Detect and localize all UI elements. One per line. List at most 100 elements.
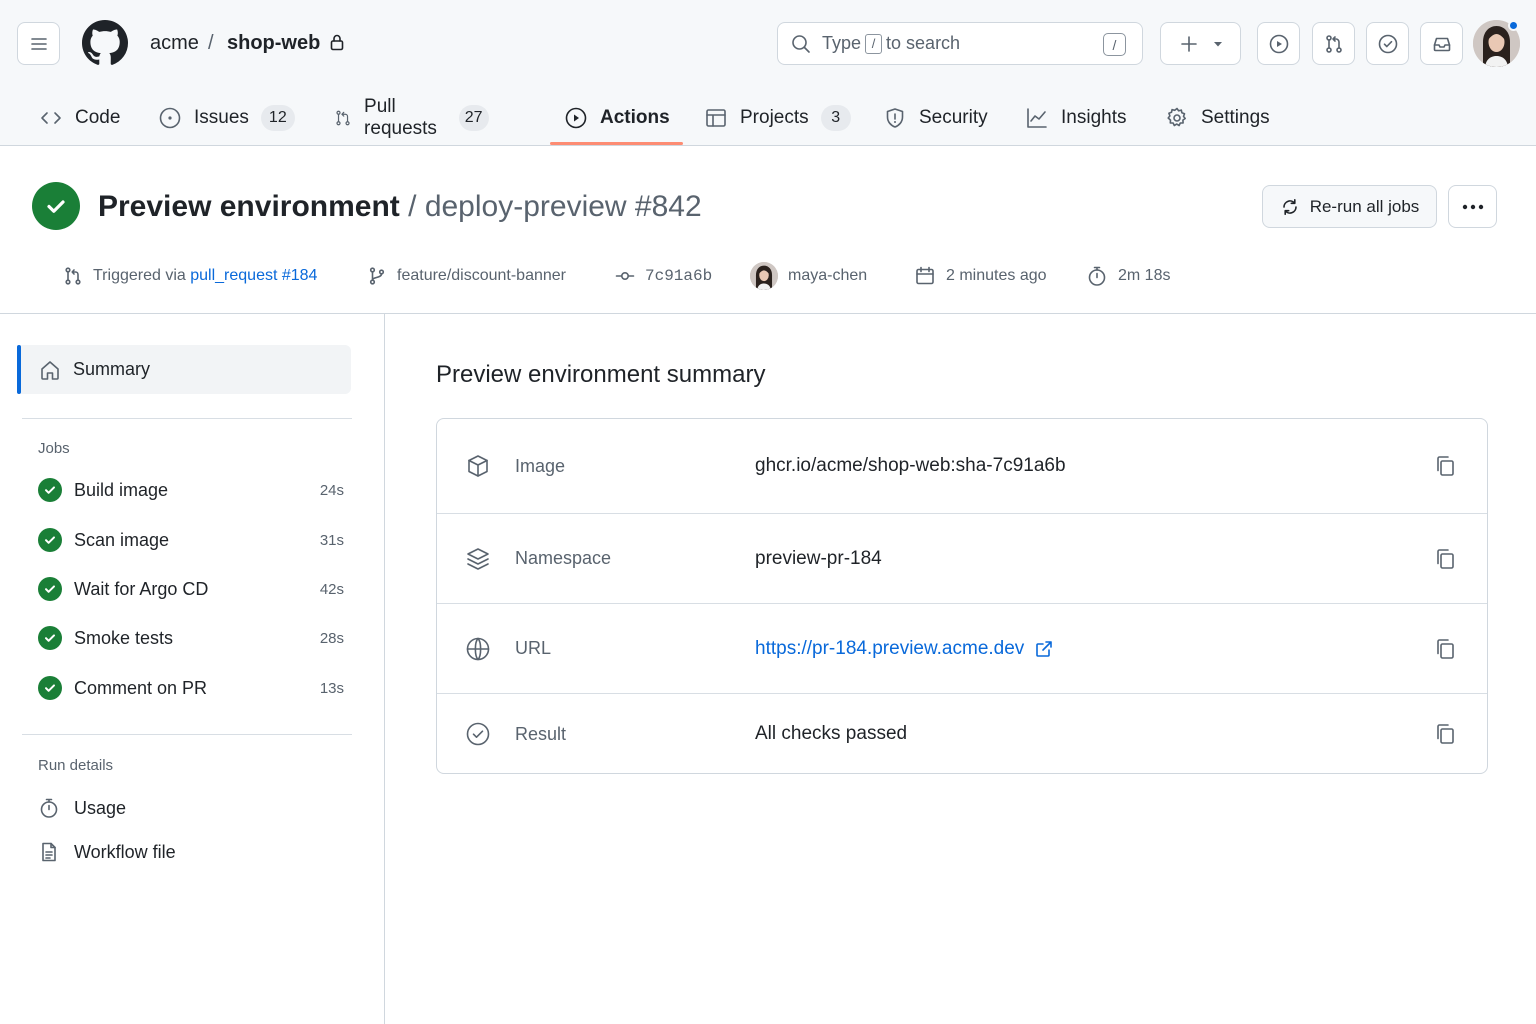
create-new-button[interactable] xyxy=(1160,22,1241,65)
sync-icon xyxy=(1282,198,1297,215)
pull-request-icon xyxy=(65,267,81,285)
breadcrumb-separator: / xyxy=(208,32,214,54)
pull-request-icon xyxy=(336,110,350,126)
workflow-name[interactable]: Preview environment xyxy=(98,190,400,223)
kebab-horizontal-icon xyxy=(1462,204,1483,209)
job-duration: 24s xyxy=(319,481,344,499)
graph-icon xyxy=(1027,108,1047,128)
rerun-all-jobs-button[interactable]: Re-run all jobs xyxy=(1262,185,1437,228)
trigger-pr-link[interactable]: pull_request #184 xyxy=(190,267,317,284)
rerun-label: Re-run all jobs xyxy=(1309,196,1420,216)
check-circle-icon xyxy=(466,722,490,746)
commit-info[interactable]: 7c91a6b xyxy=(615,263,712,289)
code-icon xyxy=(41,112,61,124)
row-label: Result xyxy=(515,723,567,744)
sidebar-divider xyxy=(22,734,352,735)
tab-label: Security xyxy=(919,107,988,128)
git-commit-icon xyxy=(615,272,635,281)
trigger-info: Triggered via pull_request #184 xyxy=(63,263,317,289)
tab-security[interactable]: Security xyxy=(883,90,988,146)
inbox-icon xyxy=(1433,37,1450,51)
tab-actions[interactable]: Actions xyxy=(564,90,670,146)
tab-pull-requests[interactable]: Pull requests 27 xyxy=(334,90,489,146)
calendar-icon xyxy=(916,266,934,285)
tab-settings[interactable]: Settings xyxy=(1165,90,1270,146)
search-key-hint: / xyxy=(865,33,883,54)
home-icon xyxy=(41,360,59,380)
repo-name-link[interactable]: shop-web xyxy=(227,30,320,56)
success-check-icon xyxy=(38,626,62,650)
menu-button[interactable] xyxy=(17,22,60,65)
job-item[interactable]: Scan image 31s xyxy=(38,525,344,555)
tab-code[interactable]: Code xyxy=(39,90,120,146)
globe-icon xyxy=(466,637,490,660)
copy-icon[interactable] xyxy=(1433,454,1457,478)
job-item[interactable]: Smoke tests 28s xyxy=(38,623,344,653)
branch-info[interactable]: feature/discount-banner xyxy=(367,263,566,289)
check-circle-icon xyxy=(1378,34,1397,53)
row-value[interactable]: https://pr-184.preview.acme.dev xyxy=(755,638,1024,660)
branch-name[interactable]: feature/discount-banner xyxy=(397,267,566,285)
sidebar-item-summary[interactable]: Summary xyxy=(17,345,351,394)
actor-avatar[interactable] xyxy=(750,262,778,290)
tab-projects[interactable]: Projects 3 xyxy=(704,90,851,146)
sidebar-border xyxy=(384,314,385,1024)
sidebar-item-usage[interactable]: Usage xyxy=(38,793,126,823)
play-icon xyxy=(565,107,587,129)
pull-requests-button[interactable] xyxy=(1312,22,1355,65)
preview-url-link[interactable]: https://pr-184.preview.acme.dev xyxy=(755,638,1054,660)
repo-owner-link[interactable]: acme xyxy=(150,30,199,56)
git-branch-icon xyxy=(369,267,385,285)
job-duration: 13s xyxy=(319,679,344,697)
tab-insights[interactable]: Insights xyxy=(1025,90,1126,146)
sidebar-item-workflow-file[interactable]: Workflow file xyxy=(38,837,176,867)
duration-info: 2m 18s xyxy=(1086,263,1170,289)
projects-count: 3 xyxy=(820,105,851,131)
stopwatch-icon xyxy=(40,798,58,818)
search-placeholder-suffix: to search xyxy=(886,33,961,53)
table-icon xyxy=(706,109,726,127)
search-input[interactable]: Type / to search / xyxy=(777,22,1143,65)
tab-label: Issues xyxy=(194,107,249,128)
job-item[interactable]: Wait for Argo CD 42s xyxy=(38,574,344,604)
copy-icon[interactable] xyxy=(1433,637,1457,661)
copy-icon[interactable] xyxy=(1433,547,1457,571)
time-info: 2 minutes ago xyxy=(914,263,1047,289)
copy-icon[interactable] xyxy=(1433,722,1457,746)
run-title: deploy-preview #842 xyxy=(424,190,702,223)
commit-sha[interactable]: 7c91a6b xyxy=(645,267,712,285)
package-icon xyxy=(468,455,488,477)
success-check-icon xyxy=(38,528,62,552)
summary-row-result: Result All checks passed xyxy=(437,694,1487,773)
page-title: Preview environment / deploy-preview #84… xyxy=(98,189,702,225)
row-label: Image xyxy=(515,455,566,476)
pull-requests-count: 27 xyxy=(458,105,489,131)
copilot-button[interactable] xyxy=(1257,22,1300,65)
sidebar-item-label: Summary xyxy=(73,359,151,379)
tab-label: Projects xyxy=(740,107,809,128)
issue-icon xyxy=(159,107,181,129)
tab-label: Actions xyxy=(600,107,670,128)
tab-label: Insights xyxy=(1061,107,1127,128)
search-placeholder-prefix: Type xyxy=(822,33,862,53)
row-label: URL xyxy=(515,638,552,658)
more-options-button[interactable] xyxy=(1448,185,1497,228)
row-value: ghcr.io/acme/shop-web:sha-7c91a6b xyxy=(755,455,1066,476)
plus-icon xyxy=(1180,35,1197,52)
inbox-button[interactable] xyxy=(1420,22,1463,65)
sidebar-item-label: Usage xyxy=(74,797,127,818)
search-shortcut-badge: / xyxy=(1103,33,1126,56)
job-item[interactable]: Build image 24s xyxy=(38,475,344,505)
issues-button[interactable] xyxy=(1366,22,1409,65)
run-details-heading: Run details xyxy=(38,757,114,774)
job-duration: 31s xyxy=(319,531,344,549)
tab-issues[interactable]: Issues 12 xyxy=(158,90,295,146)
job-name: Build image xyxy=(74,479,169,500)
shield-icon xyxy=(886,108,904,128)
stopwatch-icon xyxy=(1088,266,1106,286)
job-item[interactable]: Comment on PR 13s xyxy=(38,673,344,703)
actor-info[interactable]: maya-chen xyxy=(750,262,867,290)
actor-name[interactable]: maya-chen xyxy=(788,267,867,285)
github-logo[interactable] xyxy=(82,20,128,66)
external-link-icon[interactable] xyxy=(1034,639,1054,659)
